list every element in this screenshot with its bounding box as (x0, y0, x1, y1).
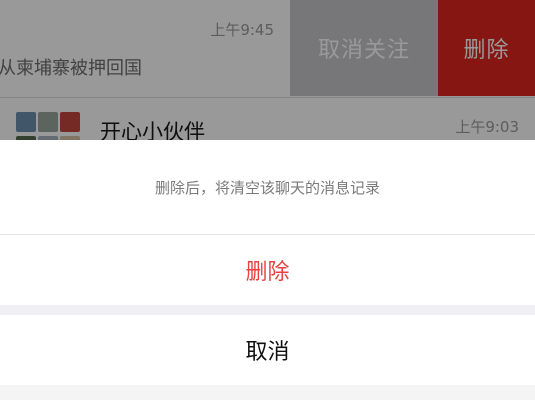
confirm-delete-button[interactable]: 删除 (0, 235, 535, 305)
action-sheet: 删除后，将清空该聊天的消息记录 删除 取消 (0, 140, 535, 400)
home-indicator-area (0, 385, 535, 400)
action-sheet-message: 删除后，将清空该聊天的消息记录 (0, 140, 535, 235)
cancel-button[interactable]: 取消 (0, 315, 535, 385)
action-sheet-separator (0, 305, 535, 315)
